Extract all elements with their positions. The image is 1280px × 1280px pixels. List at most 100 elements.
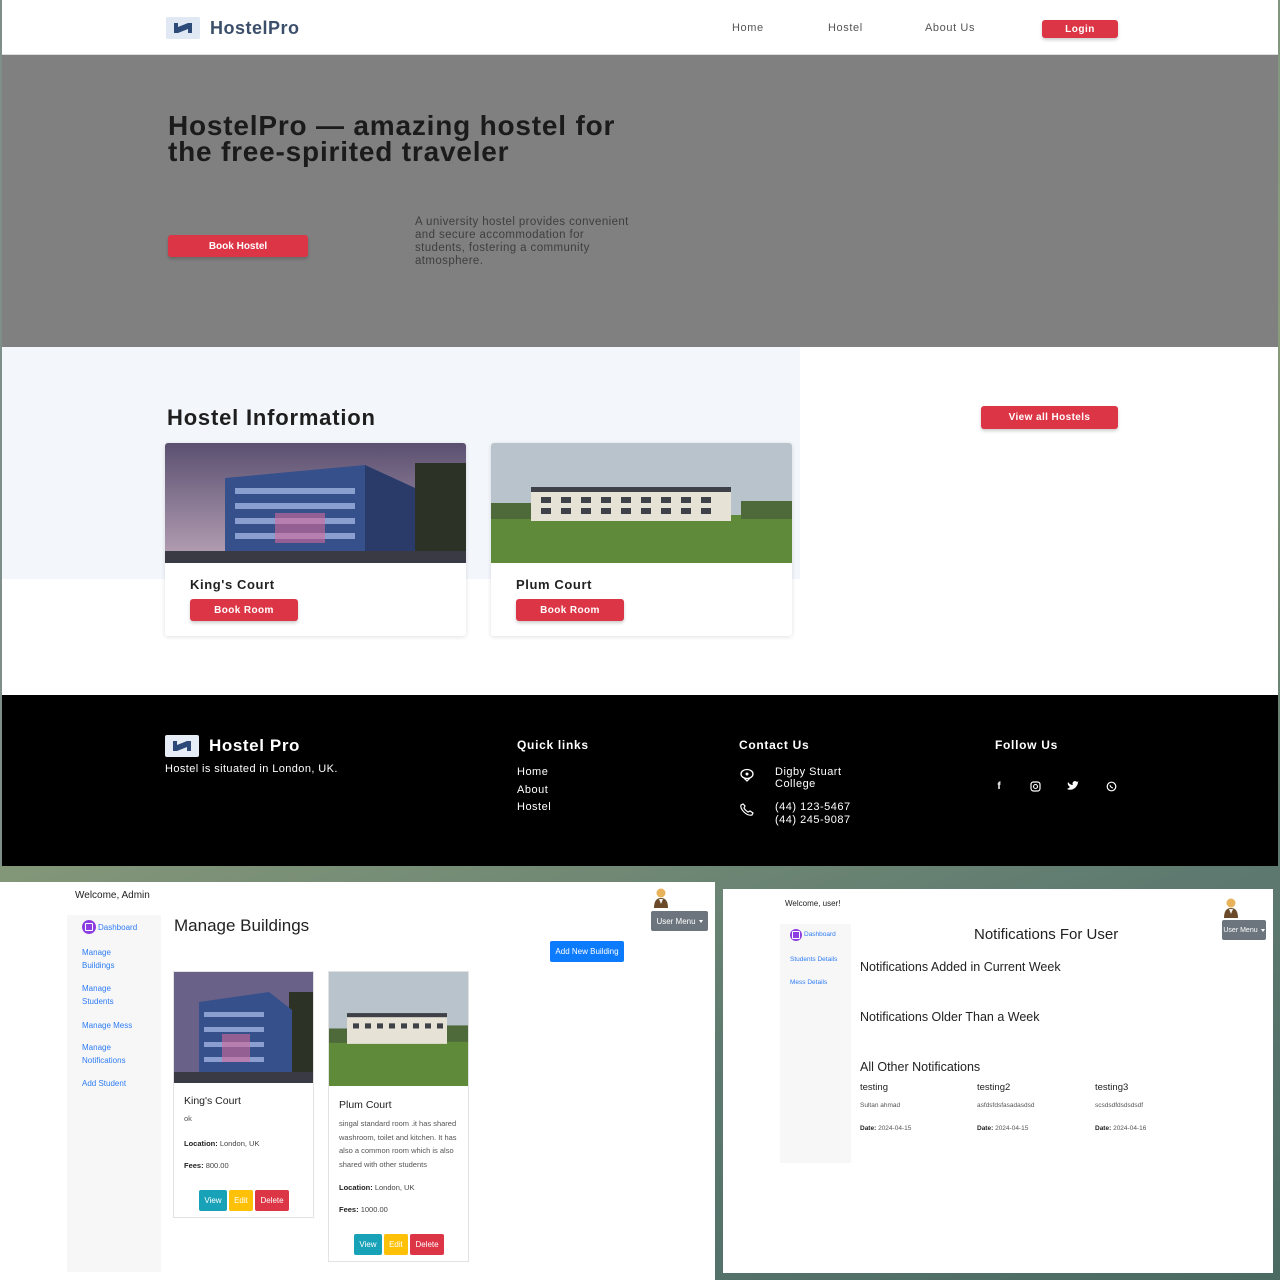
fees-value: 1000.00 (360, 1205, 388, 1214)
sidebar-item-dashboard[interactable]: Dashboard (804, 928, 836, 941)
plum-court-photo (491, 443, 792, 563)
building-location: Location: London, UK (184, 1139, 259, 1148)
footer-brand: Hostel Pro (165, 735, 300, 757)
navbar-brand[interactable]: HostelPro (166, 17, 300, 39)
user-notifications-page: Welcome, user! Dashboard Students Detail… (723, 889, 1273, 1273)
hostelpro-homepage: HostelPro Home Hostel About Us Login Hos… (0, 0, 1278, 866)
hostel-name: King's Court (190, 577, 275, 592)
plum-court-photo (329, 972, 468, 1086)
hostel-card-kings-court: King's Court Book Room (165, 443, 466, 636)
view-all-hostels-button[interactable]: View all Hostels (981, 406, 1118, 429)
sidebar-item-manage-notifications[interactable]: Manage Notifications (82, 1041, 137, 1067)
footer: Hostel Pro Hostel is situated in London,… (2, 695, 1278, 866)
sidebar-item-add-student[interactable]: Add Student (82, 1077, 126, 1090)
delete-button[interactable]: Delete (410, 1234, 444, 1255)
nav-link-home[interactable]: Home (732, 22, 764, 34)
hero-title: HostelPro — amazing hostel for the free-… (168, 110, 616, 167)
page-title: Notifications For User (974, 926, 1119, 943)
older-than-week-heading: Notifications Older Than a Week (860, 1010, 1040, 1024)
nav-link-about-us[interactable]: About Us (925, 22, 975, 34)
view-button[interactable]: View (199, 1190, 227, 1211)
sidebar-item-manage-buildings[interactable]: Manage Buildings (82, 946, 122, 972)
welcome-message: Welcome, Admin (75, 890, 150, 901)
book-room-button[interactable]: Book Room (190, 599, 298, 621)
dashboard-icon (82, 920, 96, 934)
building-name: King's Court (184, 1095, 241, 1107)
login-button[interactable]: Login (1042, 20, 1118, 38)
book-room-button[interactable]: Book Room (516, 599, 624, 621)
instagram-icon[interactable] (1028, 779, 1042, 793)
hostelpro-logo-icon (166, 17, 200, 39)
date-label: Date: (860, 1125, 877, 1132)
building-name: Plum Court (339, 1099, 392, 1111)
location-label: Location: (339, 1183, 373, 1192)
footer-link-about[interactable]: About (517, 784, 548, 796)
building-card-kings-court: King's Court ok Location: London, UK Fee… (173, 971, 314, 1218)
hostelpro-logo-icon (165, 735, 199, 757)
footer-link-home[interactable]: Home (517, 766, 548, 778)
contact-phone-2[interactable]: (44) 245-9087 (775, 814, 851, 826)
contact-us-heading: Contact Us (739, 738, 810, 752)
date-label: Date: (1095, 1125, 1112, 1132)
building-fees: Fees: 1000.00 (339, 1205, 388, 1214)
location-pin-icon (740, 768, 754, 782)
notification-item: testing3 scsdsdfdsdsdsdf Date: 2024-04-1… (1095, 1082, 1205, 1132)
contact-phone-1[interactable]: (44) 123-5467 (775, 801, 851, 813)
location-value: London, UK (219, 1139, 260, 1148)
user-avatar-icon (654, 888, 668, 908)
sidebar-item-dashboard[interactable]: Dashboard (98, 921, 137, 934)
sidebar-item-manage-students[interactable]: Manage Students (82, 982, 122, 1008)
welcome-message: Welcome, user! (785, 899, 841, 908)
building-card-plum-court: Plum Court singal standard room .it has … (328, 971, 469, 1262)
notification-title: testing (860, 1082, 888, 1093)
delete-button[interactable]: Delete (255, 1190, 289, 1211)
current-week-heading: Notifications Added in Current Week (860, 960, 1061, 974)
all-other-notifications-heading: All Other Notifications (860, 1060, 981, 1074)
kings-court-photo (174, 972, 313, 1083)
building-description: singal standard room .it has shared wash… (339, 1119, 457, 1169)
user-menu-dropdown[interactable]: User Menu (1222, 920, 1266, 940)
page-title: Manage Buildings (174, 916, 310, 935)
user-menu-dropdown[interactable]: User Menu (651, 911, 708, 931)
whatsapp-icon[interactable] (1104, 779, 1118, 793)
building-description: ok (184, 1114, 192, 1123)
phone-icon (740, 803, 754, 816)
date-value: 2024-04-15 (878, 1125, 912, 1132)
hostel-name: Plum Court (516, 577, 593, 592)
twitter-icon[interactable] (1066, 779, 1080, 793)
edit-button[interactable]: Edit (229, 1190, 253, 1211)
hero-section: HostelPro — amazing hostel for the free-… (2, 55, 1278, 347)
caret-down-icon (698, 919, 703, 923)
top-navbar: HostelPro Home Hostel About Us Login (2, 0, 1278, 55)
notification-message: scsdsdfdsdsdsdf (1095, 1102, 1144, 1109)
view-button[interactable]: View (354, 1234, 382, 1255)
user-menu-label: User Menu (656, 916, 696, 926)
edit-button[interactable]: Edit (384, 1234, 408, 1255)
notification-item: testing2 asfdsfdsfasadasdsd Date: 2024-0… (977, 1082, 1087, 1132)
fees-value: 800.00 (205, 1161, 229, 1170)
admin-manage-buildings-page: Welcome, Admin Dashboard Manage Building… (0, 882, 715, 1280)
kings-court-photo (165, 443, 466, 563)
notification-date: Date: 2024-04-15 (977, 1125, 1087, 1132)
sidebar-item-manage-mess[interactable]: Manage Mess (82, 1019, 132, 1032)
notification-item: testing Sultan ahmad Date: 2024-04-15 (860, 1082, 970, 1132)
location-label: Location: (184, 1139, 218, 1148)
footer-link-hostel[interactable]: Hostel (517, 801, 551, 813)
contact-address: Digby Stuart College (775, 766, 842, 790)
nav-link-hostel[interactable]: Hostel (828, 22, 863, 34)
date-value: 2024-04-16 (1113, 1125, 1147, 1132)
location-value: London, UK (374, 1183, 415, 1192)
building-fees: Fees: 800.00 (184, 1161, 229, 1170)
date-label: Date: (977, 1125, 994, 1132)
book-hostel-button[interactable]: Book Hostel (168, 235, 308, 257)
notification-message: asfdsfdsfasadasdsd (977, 1102, 1035, 1109)
add-new-building-button[interactable]: Add New Building (550, 941, 624, 962)
section-title: Hostel Information (167, 405, 376, 430)
notification-message: Sultan ahmad (860, 1102, 901, 1109)
footer-brand-name: Hostel Pro (209, 736, 301, 755)
sidebar-item-students-details[interactable]: Students Details (790, 953, 837, 966)
notification-title: testing2 (977, 1082, 1011, 1093)
user-sidebar: Dashboard Students Details Mess Details (780, 924, 851, 1163)
facebook-icon[interactable]: f (992, 779, 1006, 793)
sidebar-item-mess-details[interactable]: Mess Details (790, 976, 827, 989)
